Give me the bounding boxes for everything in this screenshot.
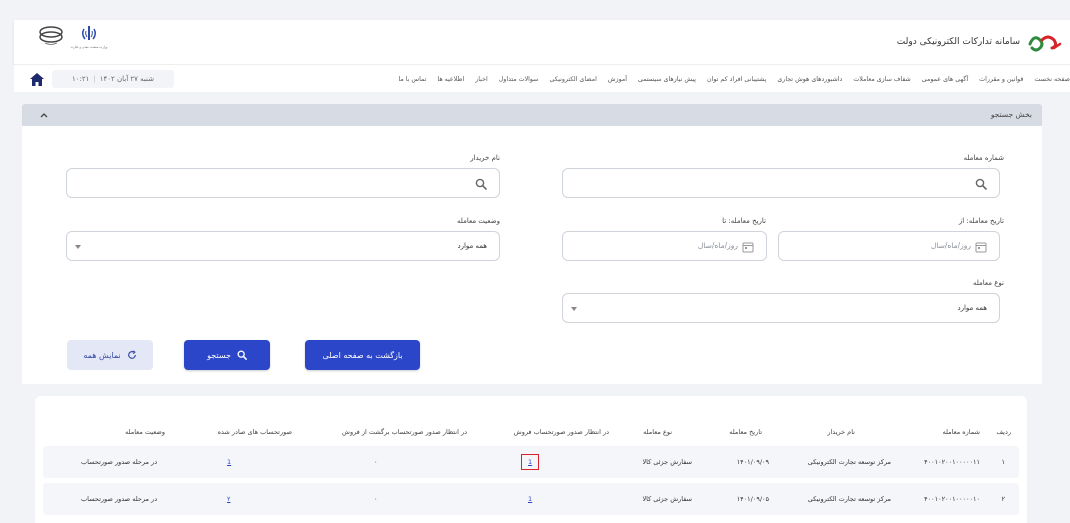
row-type: سفارش جزئی کالا (642, 458, 692, 466)
nav-items: صفحه نخست قوانین و مقررات آگهی های عمومی… (398, 65, 1070, 93)
search-icon (475, 178, 487, 190)
deal-number-input[interactable] (562, 168, 1000, 198)
caret-down-icon (571, 307, 577, 311)
deal-status-select[interactable]: همه موارد (66, 231, 500, 261)
col-header-buyer: نام خریدار (827, 428, 855, 436)
row-index: ۱ (1001, 458, 1006, 466)
date-text: شنبه ۲۷ آبان ۱۴۰۲ (99, 75, 155, 83)
table-row[interactable]: ۱ ۴۰۰۱۰۲۰۰۱۰۰۰۰۰۱۱ مرکز توسعه تجارت الکت… (43, 446, 1019, 478)
nav-item-news[interactable]: اخبار (475, 76, 488, 83)
page: سامانه تدارکات الکترونیکی دولت وزارت صنع… (0, 0, 1070, 523)
date-box: شنبه ۲۷ آبان ۱۴۰۲ | ۱۰:۲۱ (28, 69, 174, 89)
table-row[interactable]: ۲ ۴۰۰۱۰۲۰۰۱۰۰۰۰۰۱۰ مرکز توسعه تجارت الکت… (43, 483, 1019, 515)
row-issued-link[interactable]: ۲ (227, 495, 231, 503)
search-section-title: بخش جستجو (990, 110, 1032, 119)
site-header: سامانه تدارکات الکترونیکی دولت وزارت صنع… (14, 20, 1070, 64)
col-header-deal-number: شماره معامله (942, 428, 980, 436)
date-from-input[interactable]: روز/ماه/سال (778, 231, 1000, 261)
date-from-label: تاریخ معامله: از (958, 217, 1004, 225)
nav-item-accessibility[interactable]: پشتیبانی افراد کم توان (707, 76, 766, 83)
deal-type-value: همه موارد (957, 304, 987, 312)
row-pending-return: ۰ (374, 495, 378, 503)
date-to-placeholder: روز/ماه/سال (697, 241, 738, 250)
refresh-icon (127, 350, 136, 359)
row-date: ۱۴۰۱/۰۹/۰۵ (736, 495, 769, 503)
nav-item-training[interactable]: آموزش (608, 76, 627, 83)
buyer-name-label: نام خریدار (470, 154, 500, 162)
search-icon (237, 350, 247, 360)
col-header-issued: صورتحساب های صادر شده (217, 428, 292, 436)
deal-number-label: شماره معامله (963, 154, 1004, 162)
row-pending-return: ۰ (374, 458, 378, 466)
nav-item-requirements[interactable]: پیش نیازهای سیستمی (638, 76, 696, 83)
search-button[interactable]: جستجو (184, 340, 270, 370)
deal-status-value: همه موارد (457, 242, 487, 250)
calendar-icon (975, 242, 987, 253)
show-all-label: نمایش همه (83, 350, 121, 360)
chevron-up-icon[interactable] (38, 109, 50, 121)
nav-item-bi-dashboards[interactable]: داشبوردهای هوش تجاری (777, 76, 842, 83)
iran-emblem-icon (81, 26, 97, 40)
row-date: ۱۴۰۱/۰۹/۰۹ (736, 458, 769, 466)
deal-status-label: وضعیت معامله (457, 217, 500, 225)
buyer-name-input[interactable] (66, 168, 500, 198)
date-separator: | (93, 75, 96, 83)
date-to-input[interactable]: روز/ماه/سال (562, 231, 767, 261)
caret-down-icon (75, 245, 81, 249)
row-buyer: مرکز توسعه تجارت الکترونیکی (807, 458, 891, 466)
site-title: سامانه تدارکات الکترونیکی دولت (896, 37, 1020, 47)
col-header-status: وضعیت معامله (125, 428, 165, 436)
row-type: سفارش جزئی کالا (642, 495, 692, 503)
col-header-pending-sale: در انتظار صدور صورتحساب فروش (513, 428, 609, 436)
nav-item-laws[interactable]: قوانین و مقررات (979, 76, 1023, 83)
nav-item-public-ads[interactable]: آگهی های عمومی (922, 76, 968, 83)
row-issued-link[interactable]: 1 (227, 458, 231, 466)
date-from-placeholder: روز/ماه/سال (930, 241, 971, 250)
search-icon (975, 178, 987, 190)
row-buyer: مرکز توسعه تجارت الکترونیکی (807, 495, 891, 503)
home-icon (30, 72, 44, 86)
row-status: در مرحله صدور صورتحساب (81, 495, 158, 503)
iran-emblem: وزارت صنعت، معدن و تجارت (71, 24, 107, 58)
nav-item-announcements[interactable]: اطلاعیه ها (437, 76, 464, 83)
mimt-logo (36, 24, 66, 58)
search-section-header[interactable]: بخش جستجو (22, 104, 1042, 126)
nav-item-e-signature[interactable]: امضای الکترونیکی (549, 76, 596, 83)
row-deal-number: ۴۰۰۱۰۲۰۰۱۰۰۰۰۰۱۱ (924, 458, 980, 466)
calendar-icon (742, 242, 754, 253)
row-pending-sale-link[interactable]: 1 (528, 458, 532, 466)
row-deal-number: ۴۰۰۱۰۲۰۰۱۰۰۰۰۰۱۰ (924, 495, 980, 503)
show-all-button[interactable]: نمایش همه (67, 340, 153, 370)
row-status: در مرحله صدور صورتحساب (81, 458, 158, 466)
row-index: ۲ (1001, 495, 1006, 503)
results-table: ردیف شماره معامله نام خریدار تاریخ معامل… (35, 396, 1027, 523)
gov-logo-caption: وزارت صنعت، معدن و تجارت (70, 45, 108, 49)
search-button-label: جستجو (207, 350, 231, 360)
deal-type-select[interactable]: همه موارد (562, 293, 1000, 323)
col-header-date: تاریخ معامله (729, 428, 762, 436)
back-to-home-label: بازگشت به صفحه اصلی (322, 350, 403, 360)
col-header-pending-return: در انتظار صدور صورتحساب برگشت از فروش (342, 428, 467, 436)
search-panel: شماره معامله نام خریدار تاریخ معامله: از… (22, 126, 1042, 384)
brand[interactable]: سامانه تدارکات الکترونیکی دولت (897, 28, 1062, 56)
back-to-home-button[interactable]: بازگشت به صفحه اصلی (305, 340, 420, 370)
date-time-display: شنبه ۲۷ آبان ۱۴۰۲ | ۱۰:۲۱ (52, 70, 174, 88)
col-header-type: نوع معامله (643, 428, 672, 436)
nav-item-transparency[interactable]: شفاف سازی معاملات (853, 76, 910, 83)
main-nav: صفحه نخست قوانین و مقررات آگهی های عمومی… (14, 64, 1070, 92)
row-pending-sale-link[interactable]: 1 (528, 495, 532, 503)
nav-item-faq[interactable]: سوالات متداول (499, 76, 539, 83)
deal-type-label: نوع معامله (972, 279, 1004, 287)
col-header-index: ردیف (996, 428, 1011, 436)
gov-logos: وزارت صنعت، معدن و تجارت (36, 24, 107, 58)
ministry-logo-icon (39, 26, 63, 45)
date-to-label: تاریخ معامله: تا (722, 217, 766, 225)
home-button[interactable] (28, 70, 46, 88)
time-text: ۱۰:۲۱ (71, 75, 90, 83)
nav-item-contact[interactable]: تماس با ما (398, 76, 426, 83)
nav-item-home[interactable]: صفحه نخست (1034, 76, 1070, 83)
setad-logo-icon (1028, 35, 1062, 52)
